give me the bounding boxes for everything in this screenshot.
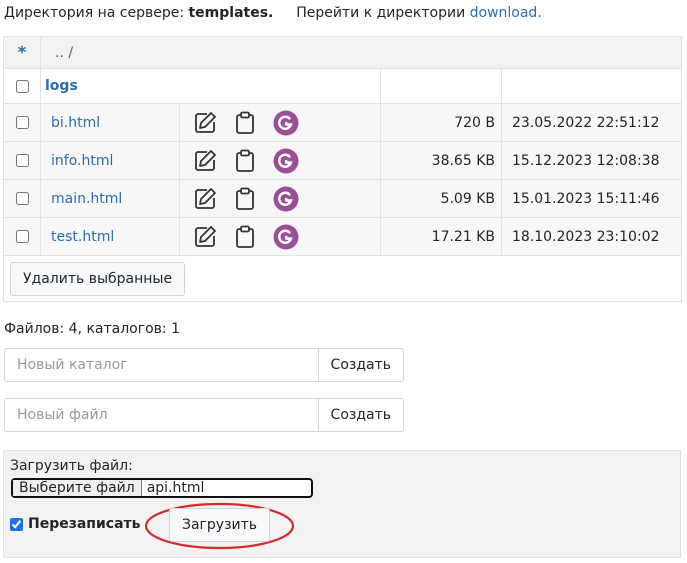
- file-size: 720 B: [380, 103, 502, 142]
- new-file-input[interactable]: Новый файл: [4, 398, 318, 432]
- edit-icon[interactable]: [192, 110, 218, 136]
- clipboard-icon[interactable]: [232, 148, 258, 174]
- new-directory-group: Новый каталог Создать: [4, 348, 404, 382]
- table-row: info.html 38.65 KB 15.12.2023 12:08:38: [3, 141, 683, 180]
- current-directory: Директория на сервере: templates. Перейт…: [4, 5, 542, 21]
- create-file-button[interactable]: Создать: [317, 398, 404, 432]
- file-size: 5.09 KB: [380, 179, 502, 218]
- edit-icon[interactable]: [192, 186, 218, 212]
- file-input[interactable]: Выберите файл api.html: [11, 478, 313, 498]
- row-checkbox[interactable]: [15, 79, 29, 93]
- actions-row: Удалить выбранные: [2, 255, 683, 302]
- file-link[interactable]: info.html: [51, 153, 113, 169]
- selected-filename: api.html: [146, 480, 205, 496]
- table-row: test.html 17.21 KB 18.10.2023 23:10:02: [3, 217, 683, 256]
- row-checkbox[interactable]: [15, 192, 29, 205]
- file-date: 15.12.2023 12:08:38: [500, 141, 683, 180]
- directory-name: templates.: [188, 5, 274, 21]
- download-link[interactable]: download.: [470, 5, 542, 21]
- directory-link[interactable]: logs: [45, 78, 78, 94]
- file-date: 23.05.2022 22:51:12: [500, 103, 683, 142]
- goto-label: Перейти к директории: [296, 5, 466, 21]
- edit-icon[interactable]: [192, 148, 218, 174]
- row-checkbox[interactable]: [15, 154, 29, 167]
- file-table: * .. / logs bi.html 720 B 23.05.2022 22:…: [2, 36, 683, 302]
- overwrite-checkbox[interactable]: [10, 517, 23, 531]
- goto-circle-icon[interactable]: [273, 186, 299, 212]
- file-size: 38.65 KB: [380, 141, 502, 180]
- file-link[interactable]: test.html: [51, 229, 114, 245]
- upload-label: Загрузить файл:: [10, 458, 133, 474]
- new-directory-input[interactable]: Новый каталог: [4, 348, 318, 382]
- row-checkbox[interactable]: [15, 230, 29, 243]
- directory-label: Директория на сервере:: [4, 5, 185, 21]
- upload-panel: Загрузить файл: Выберите файл api.html П…: [3, 450, 681, 558]
- goto-circle-icon[interactable]: [273, 110, 299, 136]
- clipboard-icon[interactable]: [232, 110, 258, 136]
- edit-icon[interactable]: [192, 224, 218, 250]
- choose-file-button[interactable]: Выберите файл: [13, 480, 142, 496]
- clipboard-icon[interactable]: [232, 186, 258, 212]
- delete-selected-button[interactable]: Удалить выбранные: [10, 261, 186, 296]
- goto-circle-icon[interactable]: [273, 224, 299, 250]
- file-link[interactable]: main.html: [51, 191, 122, 207]
- item-counts: Файлов: 4, каталогов: 1: [4, 321, 180, 337]
- clipboard-icon[interactable]: [232, 224, 258, 250]
- parent-directory-link[interactable]: .. /: [39, 36, 683, 69]
- select-all-star[interactable]: *: [3, 36, 41, 69]
- file-date: 15.01.2023 15:11:46: [500, 179, 683, 218]
- table-row: main.html 5.09 KB 15.01.2023 15:11:46: [3, 179, 683, 218]
- overwrite-label: Перезаписать: [28, 516, 141, 532]
- goto-circle-icon[interactable]: [273, 148, 299, 174]
- overwrite-option[interactable]: Перезаписать: [10, 516, 141, 532]
- new-file-group: Новый файл Создать: [4, 398, 404, 432]
- table-header-row: * .. /: [3, 36, 683, 69]
- file-date: 18.10.2023 23:10:02: [500, 217, 683, 256]
- upload-button[interactable]: Загрузить: [169, 508, 271, 542]
- file-link[interactable]: bi.html: [51, 115, 100, 131]
- file-size: 17.21 KB: [380, 217, 502, 256]
- directory-row: logs: [3, 68, 683, 104]
- table-row: bi.html 720 B 23.05.2022 22:51:12: [3, 103, 683, 142]
- row-checkbox[interactable]: [15, 116, 29, 129]
- create-directory-button[interactable]: Создать: [317, 348, 404, 382]
